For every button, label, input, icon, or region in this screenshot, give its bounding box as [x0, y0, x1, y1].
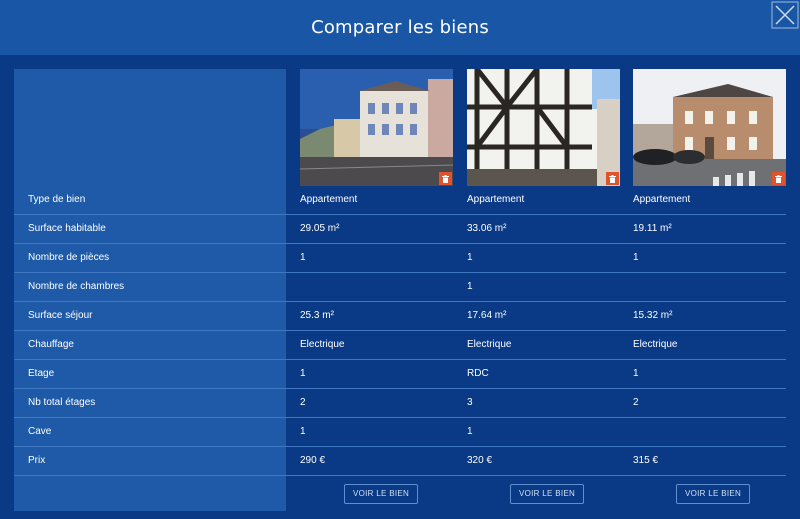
cell-chauffage-1: Electrique [300, 339, 345, 350]
cell-nb-total-etages-2: 3 [467, 397, 473, 408]
row-divider [14, 388, 786, 389]
cell-prix-3: 315 € [633, 455, 659, 466]
modal-header: Comparer les biens [0, 0, 800, 55]
cell-surface-sejour-3: 15.32 m² [633, 310, 673, 321]
view-property-2-button[interactable]: VOIR LE BIEN [510, 484, 585, 504]
cell-type-1: Appartement [300, 194, 358, 205]
cell-surface-sejour-2: 17.64 m² [467, 310, 507, 321]
row-label-chauffage: Chauffage [28, 339, 74, 350]
remove-property-3-button[interactable] [772, 172, 785, 185]
view-property-1-button[interactable]: VOIR LE BIEN [344, 484, 419, 504]
comparison-table: Type de bien Appartement Appartement App… [14, 69, 786, 511]
cell-chauffage-2: Electrique [467, 339, 512, 350]
view-property-3-button[interactable]: VOIR LE BIEN [676, 484, 751, 504]
modal-title: Comparer les biens [311, 17, 489, 38]
cell-surface-sejour-1: 25.3 m² [300, 310, 334, 321]
row-label-nb-total-etages: Nb total étages [28, 397, 96, 408]
cell-surface-habitable-2: 33.06 m² [467, 223, 507, 234]
cell-surface-habitable-3: 19.11 m² [633, 223, 672, 234]
remove-property-1-button[interactable] [439, 172, 452, 185]
row-divider [14, 417, 786, 418]
row-divider [14, 214, 786, 215]
cell-cave-2: 1 [467, 426, 473, 437]
cell-etage-3: 1 [633, 368, 639, 379]
cell-chauffage-3: Electrique [633, 339, 678, 350]
row-divider [14, 301, 786, 302]
row-divider [14, 446, 786, 447]
cell-etage-2: RDC [467, 368, 489, 379]
row-label-nombre-pieces: Nombre de pièces [28, 252, 110, 263]
cell-nombre-chambres-2: 1 [467, 281, 473, 292]
row-divider [14, 330, 786, 331]
cell-nb-total-etages-3: 2 [633, 397, 639, 408]
cell-nb-total-etages-1: 2 [300, 397, 306, 408]
trash-icon [609, 174, 616, 183]
row-divider [14, 243, 786, 244]
close-button[interactable] [770, 0, 800, 30]
row-label-cave: Cave [28, 426, 52, 437]
row-divider [14, 475, 786, 476]
trash-icon [442, 174, 449, 183]
cell-cave-1: 1 [300, 426, 306, 437]
close-icon [771, 1, 799, 29]
row-label-prix: Prix [28, 455, 46, 466]
row-divider [14, 359, 786, 360]
remove-property-2-button[interactable] [606, 172, 619, 185]
cell-nombre-pieces-1: 1 [300, 252, 306, 263]
cell-type-2: Appartement [467, 194, 525, 205]
property-photo-2 [467, 69, 620, 186]
cell-type-3: Appartement [633, 194, 691, 205]
cell-prix-2: 320 € [467, 455, 493, 466]
property-photo-1 [300, 69, 453, 186]
row-label-surface-sejour: Surface séjour [28, 310, 93, 321]
cell-nombre-pieces-2: 1 [467, 252, 473, 263]
trash-icon [775, 174, 782, 183]
cell-etage-1: 1 [300, 368, 306, 379]
row-divider [14, 272, 786, 273]
property-photo-3 [633, 69, 786, 186]
cell-surface-habitable-1: 29.05 m² [300, 223, 340, 234]
row-label-type: Type de bien [28, 194, 86, 205]
row-label-etage: Etage [28, 368, 55, 379]
cell-nombre-pieces-3: 1 [633, 252, 639, 263]
cell-prix-1: 290 € [300, 455, 326, 466]
row-label-surface-habitable: Surface habitable [28, 223, 106, 234]
row-label-nombre-chambres: Nombre de chambres [28, 281, 125, 292]
